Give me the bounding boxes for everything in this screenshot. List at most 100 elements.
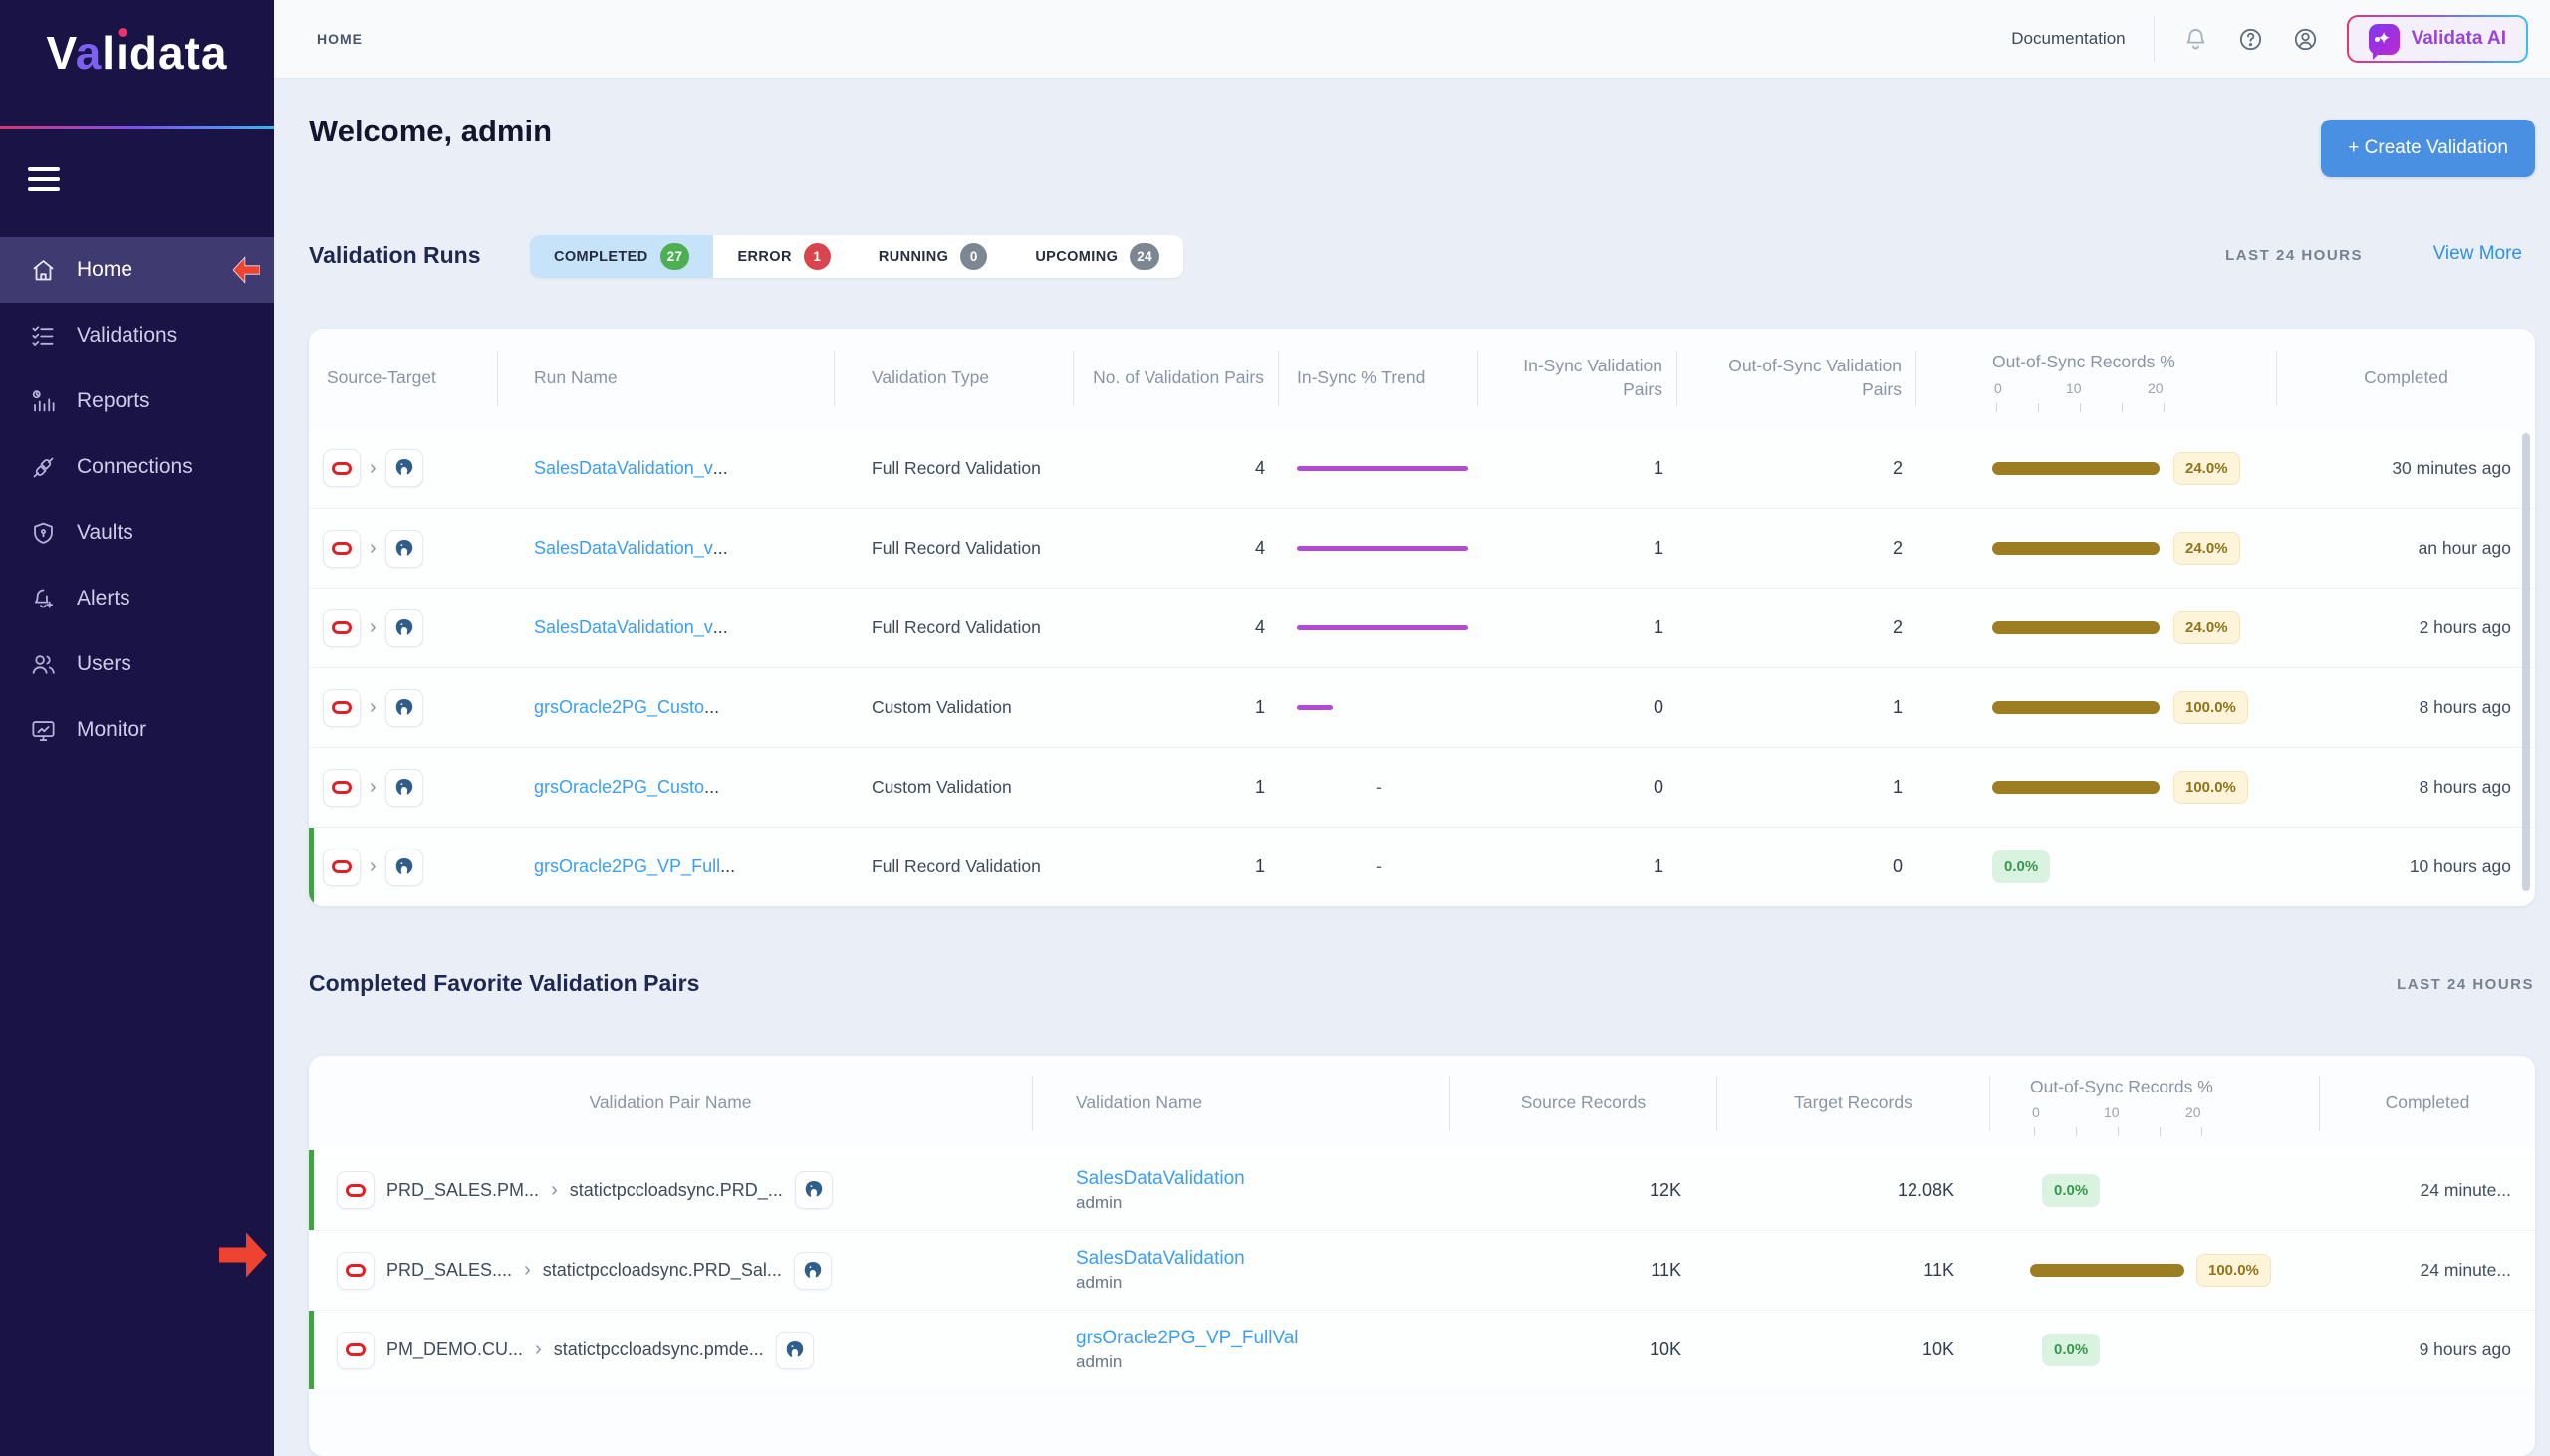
chevron-right-icon: › [370,457,377,480]
outofsync-records-cell: 100.0% [1916,691,2277,724]
running-count-badge: 0 [960,243,987,270]
pairs-count: 4 [1074,538,1279,559]
tab-upcoming[interactable]: UPCOMING 24 [1011,235,1183,278]
table-row[interactable]: PRD_SALES.... › statictpccloadsync.PRD_S… [309,1230,2535,1310]
insync-pairs: 0 [1478,777,1677,798]
insync-pairs: 0 [1478,697,1677,718]
outofsync-records-cell: 100.0% [1916,771,2277,804]
table-scrollbar[interactable] [2522,433,2530,891]
target-records: 11K [1717,1260,1990,1281]
run-name-link[interactable]: SalesDataValidation_v [534,538,713,559]
users-icon [30,651,57,678]
view-more-link[interactable]: View More [2433,243,2522,265]
outofsync-pairs: 2 [1677,617,1916,638]
notifications-bell-icon[interactable] [2182,26,2209,53]
owner-label: admin [1076,1193,1122,1213]
run-name-link[interactable]: SalesDataValidation_v [534,458,713,479]
postgresql-icon [794,1252,832,1290]
validata-logo: Valıdata [0,26,274,80]
table-row[interactable]: PM_DEMO.CU... › statictpccloadsync.pmde.… [309,1310,2535,1389]
sidebar-item-vaults[interactable]: Vaults [0,500,274,566]
run-name-link[interactable]: SalesDataValidation_v [534,617,713,638]
table-row[interactable]: › SalesDataValidation_v... Full Record V… [309,508,2535,588]
shield-icon [30,520,57,547]
outofsync-pairs: 1 [1677,777,1916,798]
pairs-count: 1 [1074,697,1279,718]
sidebar-item-monitor[interactable]: Monitor [0,697,274,763]
col-target-records: Target Records [1717,1076,1990,1131]
table-row[interactable]: › SalesDataValidation_v... Full Record V… [309,428,2535,508]
outofsync-records-cell: 24.0% [1916,452,2277,485]
validation-type: Full Record Validation [835,538,1074,559]
sidebar-item-label: Reports [77,389,150,413]
outofsync-records-cell: 100.0% [1990,1254,2320,1287]
sidebar-item-reports[interactable]: Reports [0,368,274,434]
account-icon[interactable] [2292,26,2319,53]
records-pct-scale: 01020 [2030,1103,2209,1130]
validation-name-link[interactable]: SalesDataValidation [1076,1168,1245,1190]
pairs-count: 1 [1074,777,1279,798]
tab-label: UPCOMING [1035,249,1118,265]
records-pct-badge: 100.0% [2173,771,2248,804]
pair-source: PRD_SALES.PM... [386,1180,539,1201]
source-records: 11K [1450,1260,1717,1281]
postgresql-icon [385,609,423,647]
records-pct-bar [1992,542,2160,555]
validation-name-cell: SalesDataValidation admin [1033,1168,1450,1213]
records-pct-badge: 100.0% [2173,691,2248,724]
table-row[interactable]: PRD_SALES.PM... › statictpccloadsync.PRD… [309,1150,2535,1230]
insync-trend-sparkline [1279,625,1478,630]
tab-completed[interactable]: COMPLETED 27 [530,235,713,278]
col-no-of-pairs: No. of Validation Pairs [1074,351,1279,406]
col-outofsync-records: Out-of-Sync Records % 01020 [1916,351,2277,406]
sidebar-item-alerts[interactable]: Alerts [0,566,274,631]
annotation-arrow-right [219,1232,267,1278]
outofsync-pairs: 1 [1677,697,1916,718]
validation-name-link[interactable]: grsOracle2PG_VP_FullVal [1076,1328,1299,1349]
run-name-link[interactable]: grsOracle2PG_Custo [534,697,704,718]
tab-error[interactable]: ERROR 1 [713,235,854,278]
home-icon [30,257,57,284]
run-name-link[interactable]: grsOracle2PG_VP_Full [534,856,720,877]
source-target-cell: › [309,449,498,487]
table-header: Validation Pair Name Validation Name Sou… [309,1056,2535,1150]
sidebar-item-label: Connections [77,455,193,479]
hamburger-menu-icon[interactable] [28,167,60,191]
pairs-count: 4 [1074,617,1279,638]
table-row[interactable]: › grsOracle2PG_Custo... Custom Validatio… [309,667,2535,747]
sidebar-nav: Home Validations Reports Connections Vau… [0,237,274,763]
completed-time: 24 minute... [2320,1180,2535,1201]
documentation-link[interactable]: Documentation [2011,29,2125,49]
validation-pair-cell: PM_DEMO.CU... › statictpccloadsync.pmde.… [309,1332,1033,1369]
help-icon[interactable] [2237,26,2264,53]
table-row[interactable]: › grsOracle2PG_VP_Full... Full Record Va… [309,827,2535,906]
validation-runs-table: Source-Target Run Name Validation Type N… [309,329,2535,906]
sidebar-item-connections[interactable]: Connections [0,434,274,500]
tab-label: COMPLETED [554,249,648,265]
col-source-records: Source Records [1450,1076,1717,1131]
completed-time: 24 minute... [2320,1260,2535,1281]
create-validation-button[interactable]: + Create Validation [2321,120,2535,177]
insync-pairs: 1 [1478,617,1677,638]
validation-name-link[interactable]: SalesDataValidation [1076,1248,1245,1270]
source-target-cell: › [309,849,498,886]
oracle-icon [323,530,361,568]
tab-running[interactable]: RUNNING 0 [855,235,1011,278]
sidebar-item-validations[interactable]: Validations [0,303,274,368]
page-title: Welcome, admin [309,114,552,149]
col-outofsync-pairs: Out-of-Sync Validation Pairs [1677,351,1916,406]
gradient-divider [0,126,274,129]
sidebar-item-home[interactable]: Home [0,237,274,303]
sidebar-item-users[interactable]: Users [0,631,274,697]
chevron-right-icon: › [370,537,377,560]
run-name-link[interactable]: grsOracle2PG_Custo [534,777,704,798]
table-row[interactable]: › SalesDataValidation_v... Full Record V… [309,588,2535,667]
validata-ai-button[interactable]: ✦ Validata AI [2347,15,2528,63]
tab-label: ERROR [737,249,791,265]
table-row[interactable]: › grsOracle2PG_Custo... Custom Validatio… [309,747,2535,827]
source-target-cell: › [309,769,498,807]
chevron-right-icon: › [551,1179,558,1202]
insync-trend-empty: - [1279,777,1478,798]
validation-type: Full Record Validation [835,617,1074,638]
records-pct-bar [2030,1264,2184,1277]
